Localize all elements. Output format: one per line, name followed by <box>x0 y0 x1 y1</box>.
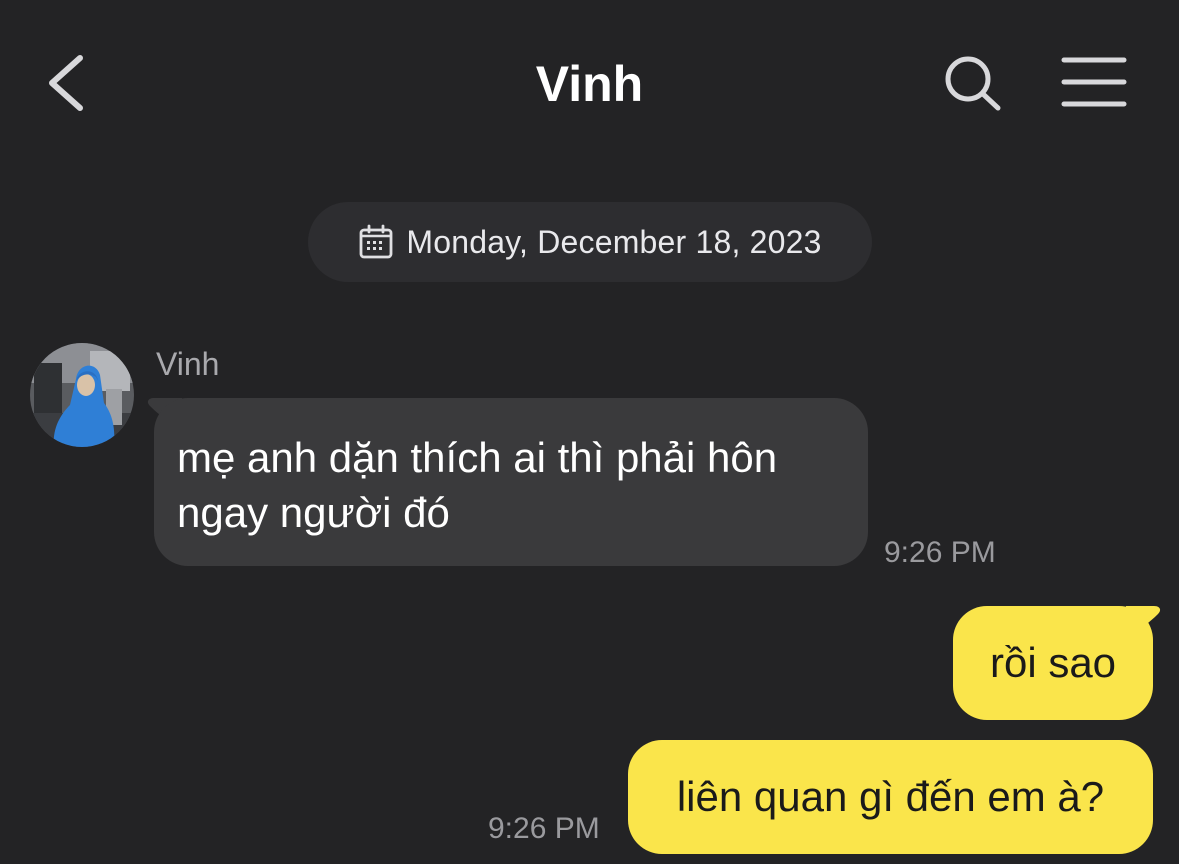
message-timestamp: 9:26 PM <box>488 812 600 845</box>
outgoing-message-bubble[interactable]: rồi sao <box>953 606 1153 720</box>
date-label: Monday, December 18, 2023 <box>406 223 822 260</box>
message-timestamp: 9:26 PM <box>884 536 996 569</box>
avatar[interactable] <box>30 343 134 447</box>
chat-header: Vinh <box>0 0 1179 170</box>
hamburger-menu-icon <box>1061 57 1127 107</box>
search-button[interactable] <box>940 52 1006 114</box>
outgoing-message-bubble[interactable]: liên quan gì đến em à? <box>628 740 1153 854</box>
calendar-icon <box>359 224 393 259</box>
search-icon <box>945 56 1001 111</box>
menu-button[interactable] <box>1060 54 1128 112</box>
avatar-image <box>30 343 134 447</box>
date-divider: Monday, December 18, 2023 <box>308 202 872 282</box>
sender-name: Vinh <box>156 346 220 382</box>
incoming-message-bubble[interactable]: mẹ anh dặn thích ai thì phải hôn ngay ng… <box>154 398 868 566</box>
